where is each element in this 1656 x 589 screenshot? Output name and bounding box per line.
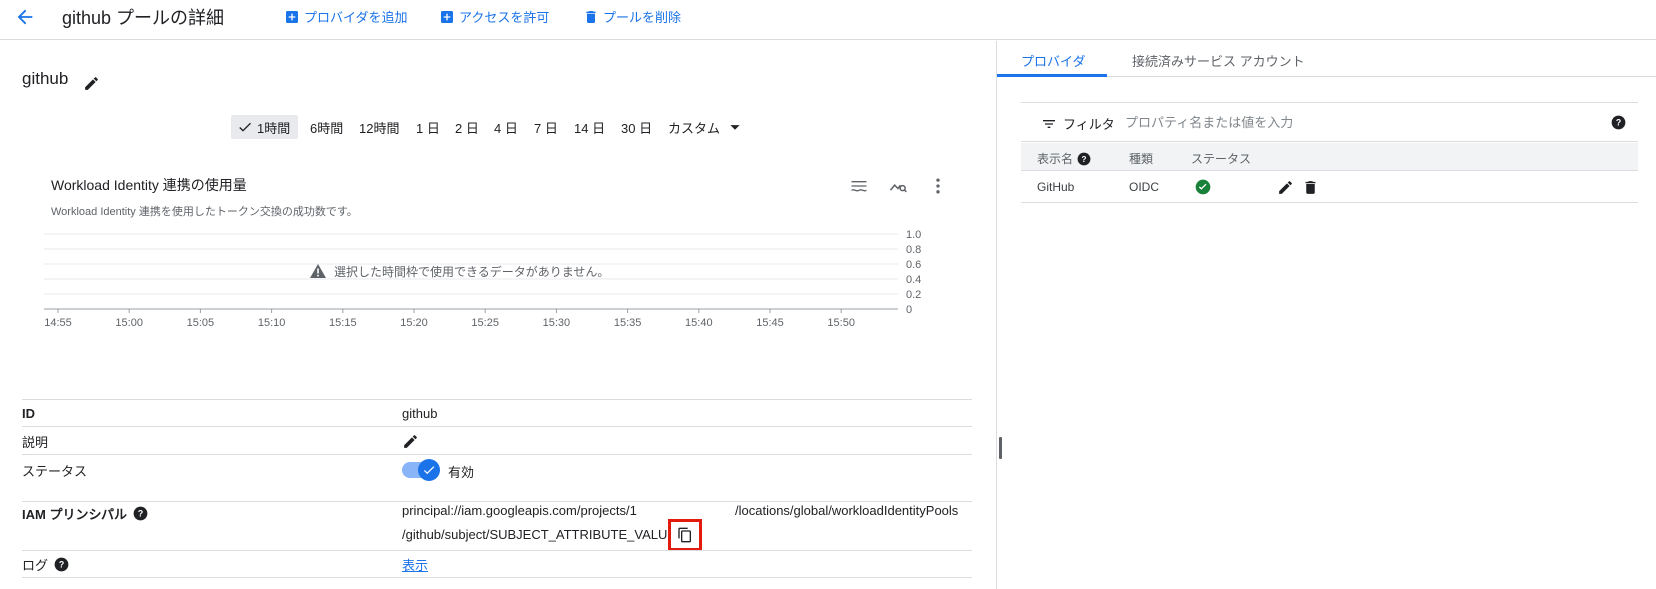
row-divider [22, 550, 972, 551]
x-tick-label: 15:30 [543, 317, 571, 329]
right-panel-tabs: プロバイダ 接続済みサービス アカウント [997, 41, 1656, 77]
tab-providers[interactable]: プロバイダ [1021, 51, 1085, 70]
iam-principal-part2: /locations/global/workloadIdentityPools [735, 503, 959, 518]
help-icon[interactable]: ? [1077, 152, 1091, 166]
edit-description-icon[interactable] [402, 433, 419, 450]
svg-text:?: ? [59, 560, 64, 570]
x-tick-label: 15:25 [471, 317, 499, 329]
column-status[interactable]: ステータス [1191, 150, 1251, 167]
x-tick-label: 15:40 [685, 317, 713, 329]
x-tick-label: 15:15 [329, 317, 357, 329]
y-tick-label: 1.0 [906, 229, 921, 241]
tab-service-accounts[interactable]: 接続済みサービス アカウント [1132, 51, 1305, 70]
pool-details-pane: github 1時間 6時間 12時間 1 日 2 日 4 日 7 日 14 日… [0, 41, 996, 589]
x-tick-label: 15:45 [756, 317, 784, 329]
grant-access-button[interactable]: アクセスを許可 [439, 7, 549, 26]
y-tick-label: 0.2 [906, 289, 921, 301]
trash-icon [583, 9, 599, 25]
y-tick-label: 0.8 [906, 244, 921, 256]
x-tick-label: 15:20 [400, 317, 428, 329]
back-arrow-icon[interactable] [14, 6, 36, 28]
usage-chart: 0 0.2 0.4 0.6 0.8 1.0 14:55 15:00 15:05 15:10 15:1… [44, 229, 921, 329]
row-divider [22, 399, 972, 400]
column-display-name-label: 表示名 [1037, 152, 1074, 166]
x-tick-label: 15:05 [187, 317, 215, 329]
log-label-text: ログ [22, 558, 49, 573]
table-row: GitHub OIDC [1021, 171, 1638, 203]
iam-principal-line2: /github/subject/SUBJECT_ATTRIBUTE_VALUE [402, 527, 677, 542]
row-divider [22, 577, 972, 578]
status-label: ステータス [22, 464, 88, 479]
y-tick-label: 0 [906, 304, 912, 316]
filter-bar: フィルタ ? [1021, 102, 1638, 142]
pane-resize-handle[interactable] [999, 437, 1002, 459]
add-provider-label: プロバイダを追加 [304, 10, 408, 25]
svg-text:?: ? [1616, 118, 1621, 128]
log-view-link[interactable]: 表示 [402, 555, 428, 574]
description-label: 説明 [22, 435, 49, 450]
pane-divider [996, 41, 997, 589]
svg-text:?: ? [138, 509, 143, 519]
delete-provider-icon[interactable] [1302, 179, 1319, 196]
id-value: github [402, 406, 438, 421]
x-tick-label: 15:50 [827, 317, 855, 329]
copy-principal-button[interactable] [668, 519, 702, 551]
x-tick-label: 15:10 [258, 317, 286, 329]
column-display-name[interactable]: 表示名 ? [1037, 150, 1091, 167]
y-tick-label: 0.4 [906, 274, 921, 286]
filter-button[interactable]: フィルタ [1041, 114, 1115, 133]
add-box-icon [284, 9, 300, 25]
iam-principal-label: IAM プリンシパル ? [22, 504, 148, 523]
active-tab-indicator [997, 74, 1107, 77]
status-ok-icon [1195, 179, 1211, 195]
delete-pool-button[interactable]: プールを削除 [583, 7, 681, 26]
providers-table-header: 表示名 ? 種類 ステータス [1021, 143, 1638, 171]
top-bar: github プールの詳細 プロバイダを追加 アクセスを許可 プールを削除 [0, 0, 1656, 40]
x-tick-label: 14:55 [44, 317, 72, 329]
filter-list-icon [1041, 116, 1057, 132]
row-divider [22, 454, 972, 455]
add-box-icon [439, 9, 455, 25]
id-label: ID [22, 406, 35, 421]
help-icon[interactable]: ? [54, 557, 69, 572]
page-title: github プールの詳細 [62, 8, 225, 28]
iam-principal-label-text: IAM プリンシパル [22, 507, 128, 522]
log-label: ログ ? [22, 555, 69, 574]
row-divider [22, 426, 972, 427]
add-provider-button[interactable]: プロバイダを追加 [284, 7, 407, 26]
row-divider [22, 501, 972, 502]
column-type[interactable]: 種類 [1129, 150, 1153, 167]
edit-provider-icon[interactable] [1277, 179, 1294, 196]
filter-input[interactable] [1125, 111, 1585, 133]
provider-display-name: GitHub [1037, 180, 1075, 194]
y-tick-label: 0.6 [906, 259, 921, 271]
check-icon [422, 463, 436, 477]
no-data-message: 選択した時間枠で使用できるデータがありません。 [334, 264, 609, 279]
x-tick-label: 15:00 [115, 317, 143, 329]
svg-text:?: ? [1082, 154, 1087, 163]
x-tick-label: 15:35 [614, 317, 642, 329]
provider-type: OIDC [1129, 180, 1159, 194]
copy-icon [677, 527, 693, 543]
filter-label: フィルタ [1063, 117, 1115, 132]
status-value: 有効 [448, 465, 475, 480]
help-icon[interactable]: ? [1611, 115, 1626, 130]
status-toggle[interactable] [402, 459, 440, 481]
iam-principal-part1: principal://iam.googleapis.com/projects/… [402, 503, 637, 518]
grant-access-label: アクセスを許可 [459, 10, 550, 25]
warning-icon [310, 264, 326, 278]
delete-pool-label: プールを削除 [603, 10, 682, 25]
help-icon[interactable]: ? [133, 506, 148, 521]
